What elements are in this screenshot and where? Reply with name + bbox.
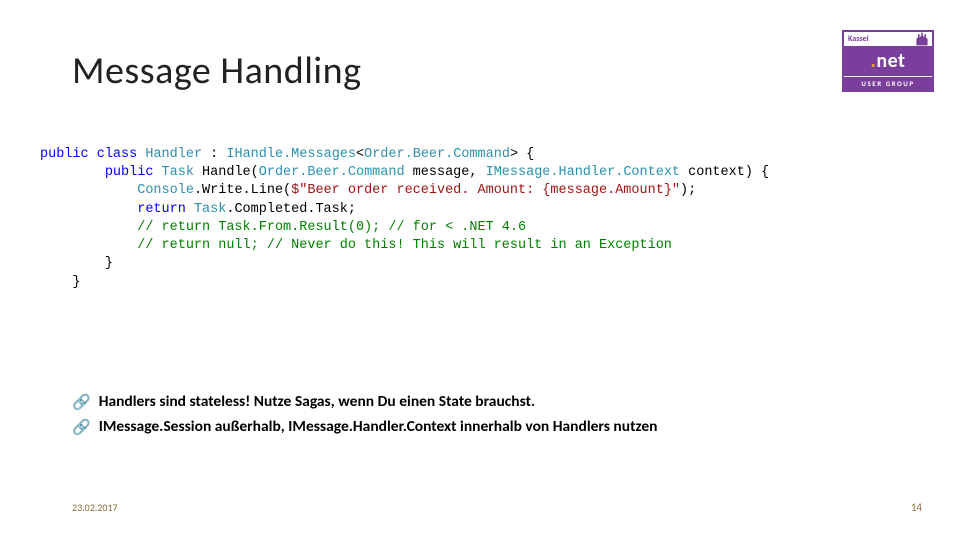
- type-cmd: Order.Beer.Command: [259, 165, 405, 180]
- bullet-rest: sind stateless! Nutze Sagas, wenn Du ein…: [156, 392, 535, 411]
- bullet-prefix: Handlers: [99, 392, 156, 411]
- monument-icon: [914, 31, 930, 47]
- code-text: .Write.Line(: [194, 183, 291, 198]
- brace-close: }: [72, 275, 80, 290]
- comment-line: // return null; // Never do this! This w…: [137, 238, 672, 253]
- slide: Message Handling Kassel .net USER GROUP …: [0, 0, 960, 540]
- footer-page-number: 14: [911, 501, 922, 514]
- code-text: <: [356, 147, 364, 162]
- slide-title: Message Handling: [72, 48, 362, 94]
- code-block: public class Handler : IHandle.Messages<…: [40, 146, 930, 292]
- logo-top-row: Kassel: [844, 32, 932, 46]
- code-text: Handle(: [194, 165, 259, 180]
- type-task: Task: [194, 202, 226, 217]
- string-literal: $"Beer order received. Amount: {message.…: [291, 183, 680, 198]
- kw-class: class: [97, 147, 138, 162]
- logo-bottom: USER GROUP: [844, 76, 932, 90]
- link-icon: 🔗: [72, 393, 91, 413]
- link-icon: 🔗: [72, 418, 91, 438]
- bullet-rest-a: außerhalb,: [211, 417, 288, 436]
- bullet-list: 🔗 Handlers sind stateless! Nutze Sagas, …: [72, 392, 920, 443]
- code-text: );: [680, 183, 696, 198]
- bullet-prefix: IMessage.Session: [99, 417, 212, 436]
- kw-public: public: [40, 147, 89, 162]
- type-iface: IHandle.Messages: [226, 147, 356, 162]
- type-handler: Handler: [145, 147, 202, 162]
- type-console: Console: [137, 183, 194, 198]
- bullet-mid: IMessage.Handler.Context: [288, 417, 456, 436]
- bullet-text: IMessage.Session außerhalb, IMessage.Han…: [99, 417, 658, 438]
- type-cmd: Order.Beer.Command: [364, 147, 510, 162]
- code-text: message,: [405, 165, 486, 180]
- kw-return: return: [137, 202, 186, 217]
- bullet-item: 🔗 Handlers sind stateless! Nutze Sagas, …: [72, 392, 920, 413]
- bullet-rest-b: innerhalb von Handlers nutzen: [457, 417, 658, 436]
- code-text: context) {: [680, 165, 769, 180]
- code-text: > {: [510, 147, 534, 162]
- kw-public: public: [105, 165, 154, 180]
- footer-date: 23.02.2017: [72, 501, 118, 514]
- logo-mid: .net: [844, 46, 932, 76]
- bullet-item: 🔗 IMessage.Session außerhalb, IMessage.H…: [72, 417, 920, 438]
- comment-line: // return Task.From.Result(0); // for < …: [137, 220, 526, 235]
- brace-close: }: [105, 256, 113, 271]
- logo: Kassel .net USER GROUP: [842, 30, 934, 92]
- type-task: Task: [162, 165, 194, 180]
- logo-net: net: [876, 49, 905, 73]
- logo-city: Kassel: [848, 34, 869, 44]
- type-ctx: IMessage.Handler.Context: [486, 165, 680, 180]
- code-text: .Completed.Task;: [226, 202, 356, 217]
- code-text: :: [202, 147, 226, 162]
- bullet-text: Handlers sind stateless! Nutze Sagas, we…: [99, 392, 535, 413]
